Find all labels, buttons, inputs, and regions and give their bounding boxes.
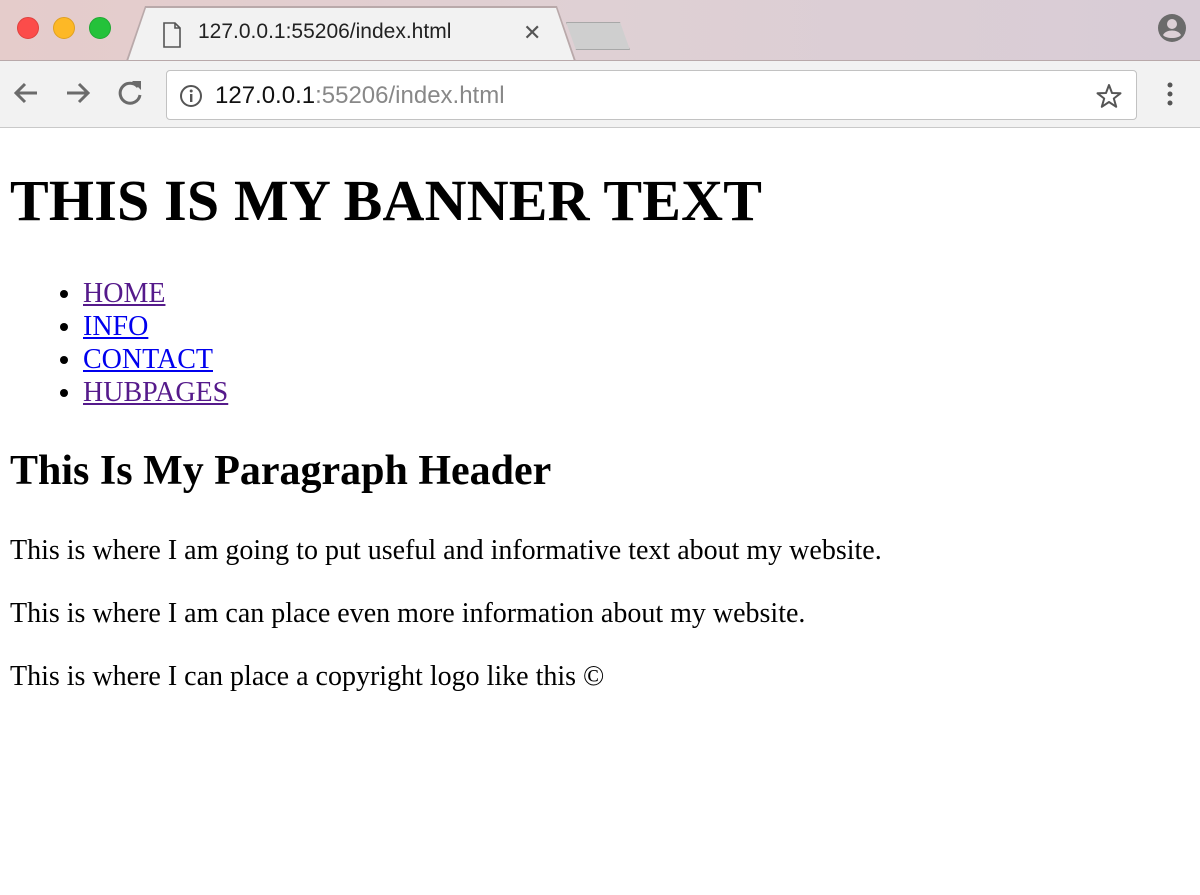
address-bar[interactable]: 127.0.0.1:55206/index.html bbox=[166, 70, 1137, 120]
new-tab-button[interactable] bbox=[566, 22, 630, 50]
window-close-button[interactable] bbox=[17, 17, 39, 39]
file-icon bbox=[163, 22, 181, 48]
paragraph: This is where I am going to put useful a… bbox=[10, 535, 882, 566]
forward-button[interactable] bbox=[62, 77, 94, 109]
back-button[interactable] bbox=[10, 77, 42, 109]
nav-list: HOME INFO CONTACT HUBPAGES bbox=[10, 277, 228, 409]
paragraph: This is where I can place a copyright lo… bbox=[10, 661, 605, 692]
nav-link-info[interactable]: INFO bbox=[83, 311, 148, 342]
kebab-menu-icon[interactable] bbox=[1160, 79, 1180, 109]
nav-item-hubpages: HUBPAGES bbox=[83, 376, 228, 409]
nav-item-info: INFO bbox=[83, 310, 228, 343]
url-host: 127.0.0.1 bbox=[215, 82, 316, 109]
nav-link-contact[interactable]: CONTACT bbox=[83, 344, 213, 375]
info-icon[interactable] bbox=[179, 84, 203, 108]
browser-tab-strip: 127.0.0.1:55206/index.html ✕ bbox=[0, 0, 1200, 61]
browser-toolbar: 127.0.0.1:55206/index.html bbox=[0, 60, 1200, 128]
nav-item-home: HOME bbox=[83, 277, 228, 310]
tab-title: 127.0.0.1:55206/index.html bbox=[198, 20, 452, 43]
url-path: :55206/index.html bbox=[315, 82, 505, 109]
paragraph: This is where I am can place even more i… bbox=[10, 598, 806, 629]
tab-close-icon[interactable]: ✕ bbox=[523, 19, 541, 49]
reload-button[interactable] bbox=[114, 77, 146, 109]
window-minimize-button[interactable] bbox=[53, 17, 75, 39]
nav-link-hubpages[interactable]: HUBPAGES bbox=[83, 377, 228, 408]
banner-heading: THIS IS MY BANNER TEXT bbox=[10, 168, 763, 233]
profile-icon[interactable] bbox=[1157, 13, 1187, 43]
url-text[interactable]: 127.0.0.1:55206/index.html bbox=[215, 82, 505, 110]
page-content: THIS IS MY BANNER TEXT HOME INFO CONTACT… bbox=[0, 129, 1200, 895]
paragraph-header: This Is My Paragraph Header bbox=[10, 448, 552, 494]
nav-link-home[interactable]: HOME bbox=[83, 278, 165, 309]
nav-item-contact: CONTACT bbox=[83, 343, 228, 376]
star-icon[interactable] bbox=[1096, 83, 1122, 109]
window-maximize-button[interactable] bbox=[89, 17, 111, 39]
